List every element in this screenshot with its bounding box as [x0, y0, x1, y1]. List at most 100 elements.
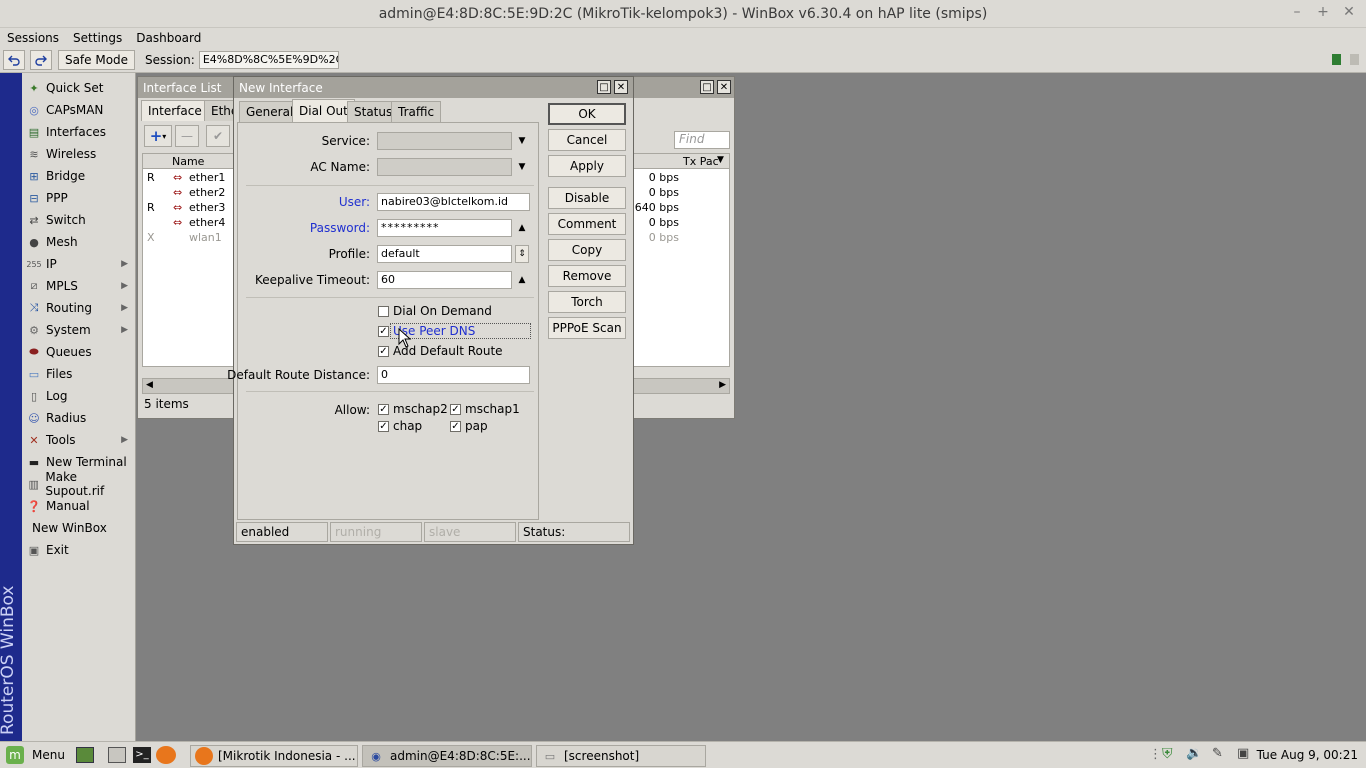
sidebar-item-exit[interactable]: ▣ Exit [22, 539, 136, 561]
maximize-icon[interactable]: □ [597, 80, 611, 94]
tab-ethernet[interactable]: Ethe [204, 100, 234, 121]
mschap1-checkbox[interactable]: ✓ [450, 404, 461, 415]
chevron-down-icon[interactable]: ▼ [515, 132, 529, 150]
sidebar-item-routing[interactable]: ⤨ Routing ▶ [22, 297, 136, 319]
mschap1-label: mschap1 [465, 402, 520, 416]
remove-button[interactable]: Remove [548, 265, 626, 287]
menu-settings[interactable]: Settings [66, 31, 129, 45]
menu-sessions[interactable]: Sessions [0, 31, 66, 45]
comment-button[interactable]: Comment [548, 213, 626, 235]
add-icon: + [149, 127, 163, 145]
column-menu-icon[interactable]: ▼ [717, 155, 724, 165]
bluetooth-icon[interactable]: ✎ [1212, 746, 1223, 761]
mschap2-checkbox[interactable]: ✓ [378, 404, 389, 415]
sidebar-item-make-supout[interactable]: ▥ Make Supout.rif [22, 470, 136, 498]
dial-on-demand-label: Dial On Demand [393, 304, 492, 318]
ac-name-select[interactable] [377, 158, 512, 176]
copy-button[interactable]: Copy [548, 239, 626, 261]
scroll-right-icon[interactable]: ▶ [719, 380, 726, 390]
sidebar-item-radius[interactable]: ☺ Radius [22, 407, 136, 429]
column-tx-packets[interactable]: Tx Pac [683, 155, 719, 168]
cancel-button[interactable]: Cancel [548, 129, 626, 151]
firefox-launcher-icon[interactable] [156, 746, 176, 764]
use-peer-dns-checkbox[interactable]: ✓ [378, 326, 389, 337]
profile-select[interactable]: default [377, 245, 512, 263]
dial-on-demand-checkbox[interactable] [378, 306, 389, 317]
disable-button[interactable]: Disable [548, 187, 626, 209]
start-menu-button[interactable]: m Menu [6, 746, 65, 764]
dropdown-toggle-icon[interactable]: ⇕ [515, 245, 529, 263]
taskbar-item-screenshot[interactable]: ▭ [screenshot] [536, 745, 706, 767]
ok-button[interactable]: OK [548, 103, 626, 125]
scroll-left-icon[interactable]: ◀ [146, 380, 153, 390]
sidebar-item-files[interactable]: ▭ Files [22, 363, 136, 385]
taskbar-item-browser[interactable]: [Mikrotik Indonesia - ... [190, 745, 358, 767]
files-launcher-icon[interactable] [108, 747, 126, 763]
log-icon: ▯ [30, 389, 38, 403]
menu-dashboard[interactable]: Dashboard [129, 31, 208, 45]
enable-button[interactable]: ✔ [206, 125, 230, 147]
chevron-down-icon[interactable]: ▼ [515, 158, 529, 176]
pppoe-scan-button[interactable]: PPPoE Scan [548, 317, 626, 339]
sidebar-item-ppp[interactable]: ⊟ PPP [22, 187, 136, 209]
sidebar-item-new-winbox[interactable]: New WinBox [22, 517, 136, 539]
divider [246, 297, 534, 298]
radius-icon: ☺ [28, 411, 40, 425]
keepalive-timeout-input[interactable]: 60 [377, 271, 512, 289]
sidebar-item-wireless[interactable]: ≋ Wireless [22, 143, 136, 165]
volume-icon[interactable]: 🔉 [1186, 746, 1202, 761]
maximize-icon[interactable]: □ [700, 80, 714, 94]
session-input[interactable]: E4%8D%8C%5E%9D%2C [198, 50, 339, 69]
torch-button[interactable]: Torch [548, 291, 626, 313]
status-enabled: enabled [236, 522, 328, 542]
column-name[interactable]: Name [172, 155, 204, 168]
maximize-icon[interactable]: + [1316, 4, 1330, 20]
sidebar-item-mpls[interactable]: ⧄ MPLS ▶ [22, 275, 136, 297]
sidebar: ✦ Quick Set ◎ CAPsMAN ▤ Interfaces ≋ Wireles… [22, 73, 136, 741]
items-count: 5 items [144, 397, 189, 411]
terminal-launcher-icon[interactable]: >_ [133, 747, 151, 763]
tab-interface[interactable]: Interface [141, 100, 209, 121]
add-button[interactable]: + ▾ [144, 125, 172, 147]
redo-button[interactable] [30, 49, 52, 70]
close-icon[interactable]: ✕ [614, 80, 628, 94]
clock[interactable]: Tue Aug 9, 00:21 [1257, 748, 1358, 762]
taskbar-item-winbox[interactable]: ◉ admin@E4:8D:8C:5E:... [362, 745, 532, 767]
tab-dial-out[interactable]: Dial Out [292, 99, 355, 122]
sidebar-item-bridge[interactable]: ⊞ Bridge [22, 165, 136, 187]
sidebar-item-switch[interactable]: ⇄ Switch [22, 209, 136, 231]
sidebar-item-interfaces[interactable]: ▤ Interfaces [22, 121, 136, 143]
shield-icon[interactable]: ⛨ [1162, 746, 1173, 762]
undo-button[interactable] [3, 49, 25, 70]
tab-traffic[interactable]: Traffic [391, 101, 442, 122]
sidebar-item-queues[interactable]: ⬬ Queues [22, 341, 136, 363]
chevron-up-icon[interactable]: ▲ [515, 271, 529, 289]
sidebar-item-log[interactable]: ▯ Log [22, 385, 136, 407]
password-input[interactable]: ********* [377, 219, 512, 237]
apply-button[interactable]: Apply [548, 155, 626, 177]
minimize-icon[interactable]: – [1290, 4, 1304, 20]
close-icon[interactable]: ✕ [717, 80, 731, 94]
default-route-distance-input[interactable]: 0 [377, 366, 530, 384]
close-icon[interactable]: ✕ [1342, 4, 1356, 20]
status-slave: slave [424, 522, 516, 542]
sidebar-item-quick-set[interactable]: ✦ Quick Set [22, 77, 136, 99]
safe-mode-button[interactable]: Safe Mode [58, 49, 135, 70]
pap-checkbox[interactable]: ✓ [450, 421, 461, 432]
remove-button[interactable]: — [175, 125, 199, 147]
display-icon[interactable]: ▣ [1237, 746, 1249, 761]
chap-checkbox[interactable]: ✓ [378, 421, 389, 432]
sidebar-item-tools[interactable]: ✕ Tools ▶ [22, 429, 136, 451]
sidebar-item-mesh[interactable]: ● Mesh [22, 231, 136, 253]
sidebar-item-capsman[interactable]: ◎ CAPsMAN [22, 99, 136, 121]
chevron-up-icon[interactable]: ▲ [515, 219, 529, 237]
user-input[interactable]: nabire03@blctelkom.id [377, 193, 530, 211]
show-desktop-icon[interactable] [76, 747, 94, 763]
find-input[interactable]: Find [674, 131, 730, 149]
sidebar-item-manual[interactable]: ❓ Manual [22, 495, 136, 517]
add-default-route-checkbox[interactable]: ✓ [378, 346, 389, 357]
sidebar-item-system[interactable]: ⚙ System ▶ [22, 319, 136, 341]
sidebar-item-ip[interactable]: 255 IP ▶ [22, 253, 136, 275]
network-icon[interactable]: ⋮ [1149, 747, 1162, 762]
service-select[interactable] [377, 132, 512, 150]
